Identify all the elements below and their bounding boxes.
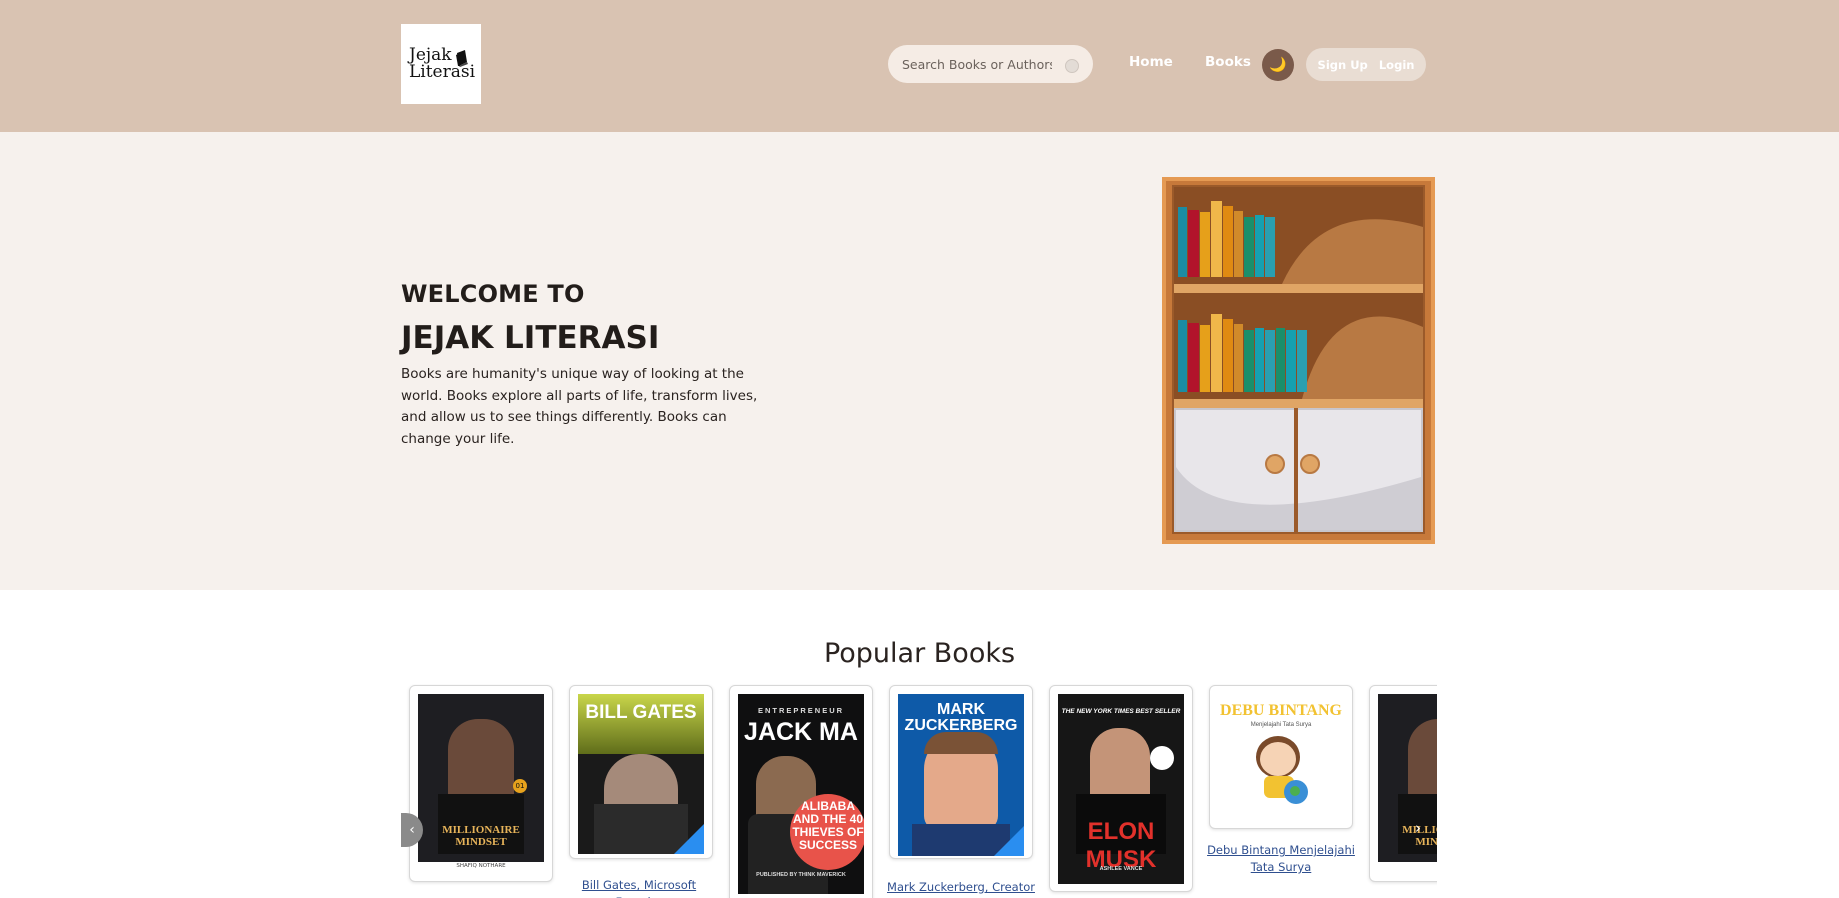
cover-top-text: ENTREPRENEUR — [757, 706, 845, 715]
nav-books-link[interactable]: Books — [1205, 54, 1251, 70]
book-card[interactable]: DEBU BINTANG Menjelajahi Tata Surya — [1209, 685, 1353, 829]
hero-section: WELCOME TO JEJAK LITERASI Books are huma… — [0, 132, 1839, 590]
moon-icon: 🌙 — [1269, 57, 1287, 73]
login-button[interactable]: Login — [1379, 58, 1415, 72]
cover-publisher: PUBLISHED BY THINK MAVERICK — [756, 872, 846, 878]
book-card[interactable]: BILL GATES — [569, 685, 713, 859]
book-cover[interactable]: BILL GATES — [578, 694, 704, 854]
popular-books-heading: Popular Books — [823, 638, 1016, 669]
book-card[interactable]: MARK ZUCKERBERG — [889, 685, 1033, 859]
theme-toggle-button[interactable]: 🌙 — [1262, 49, 1294, 81]
book-cover[interactable]: MARK ZUCKERBERG — [898, 694, 1024, 856]
cover-title: MILLIONAIRE MINDSET — [1402, 824, 1437, 848]
signup-button[interactable]: Sign Up — [1318, 58, 1368, 72]
hero-title: JEJAK LITERASI — [401, 320, 660, 356]
auth-buttons: Sign Up Login — [1306, 48, 1426, 81]
chevron-right-icon: › — [1415, 819, 1421, 837]
carousel-next-button[interactable]: › — [1415, 819, 1421, 837]
cover-author: ASHLEE VANCE — [1099, 866, 1143, 872]
book-caption-link[interactable]: Mark Zuckerberg, Creator of — [881, 879, 1041, 898]
cover-subtitle: Menjelajahi Tata Surya — [1250, 722, 1312, 728]
site-logo[interactable]: Jejak Literasi — [401, 24, 481, 104]
chevron-left-icon: ‹ — [409, 822, 415, 838]
book-card[interactable]: 01 MILLIONAIRE MINDSET SHAFIQ NOTHARE — [409, 685, 553, 882]
search-bar — [888, 45, 1093, 83]
book-cover[interactable]: ENTREPRENEUR JACK MA ALIBABA AND THE 40 … — [738, 694, 864, 894]
book-cover[interactable]: 01 MILLIONAIRE MINDSET — [418, 694, 544, 862]
logo-text: Jejak Literasi — [409, 47, 475, 81]
book-card[interactable]: ENTREPRENEUR JACK MA ALIBABA AND THE 40 … — [729, 685, 873, 898]
book-cover[interactable]: MILLIONAIRE MINDSET — [1378, 694, 1437, 862]
hero-description: Books are humanity's unique way of looki… — [401, 366, 758, 447]
cover-subtitle: ALIBABA AND THE 40 THIEVES OF SUCCESS — [792, 799, 864, 852]
nav-home-link[interactable]: Home — [1129, 54, 1173, 70]
search-input[interactable] — [900, 55, 1054, 73]
cover-author: SHAFIQ NOTHARE — [456, 863, 506, 869]
cover-title: MARK ZUCKERBERG — [904, 701, 1018, 734]
cover-badge: 01 — [513, 779, 527, 793]
book-card[interactable]: MILLIONAIRE MINDSET — [1369, 685, 1437, 882]
cover-title: BILL GATES — [585, 702, 697, 723]
book-caption-link[interactable]: Debu Bintang Menjelajahi Tata Surya — [1201, 842, 1361, 876]
bookshelf-illustration — [1162, 177, 1435, 544]
cover-top-text: THE NEW YORK TIMES BEST SELLER — [1061, 708, 1181, 715]
book-caption-link[interactable]: Bill Gates, Microsoft Founder — [559, 877, 719, 898]
book-card[interactable]: THE NEW YORK TIMES BEST SELLER ELON MUSK… — [1049, 685, 1193, 892]
cover-title: MILLIONAIRE MINDSET — [442, 824, 520, 848]
search-icon[interactable] — [1065, 59, 1079, 73]
site-header: Jejak Literasi Home Books 🌙 Sign Up Logi… — [0, 0, 1839, 132]
hero-subtitle: WELCOME TO — [401, 280, 585, 308]
cover-title: JACK MA — [744, 718, 858, 746]
book-cover[interactable]: DEBU BINTANG Menjelajahi Tata Surya — [1218, 694, 1344, 820]
book-icon — [456, 50, 468, 67]
popular-books-carousel: 01 MILLIONAIRE MINDSET SHAFIQ NOTHARE BI… — [401, 684, 1437, 898]
book-cover[interactable]: THE NEW YORK TIMES BEST SELLER ELON MUSK… — [1058, 694, 1184, 884]
cover-title: DEBU BINTANG — [1220, 702, 1342, 719]
